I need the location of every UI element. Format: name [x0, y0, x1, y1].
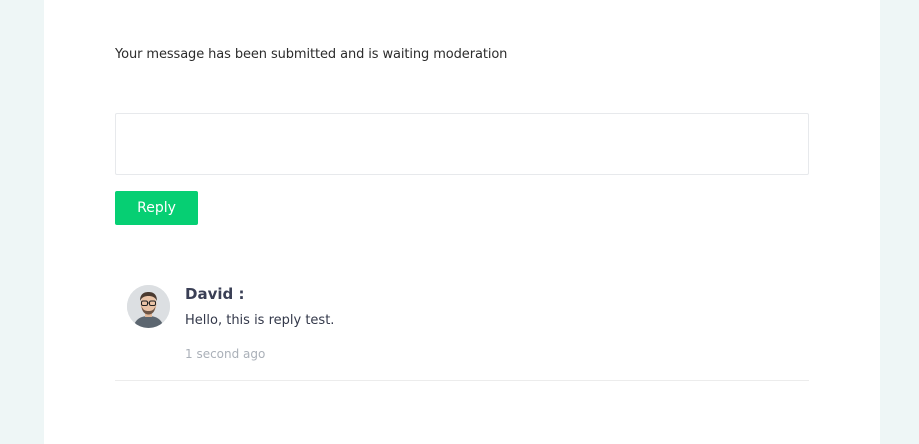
- comment-panel: Your message has been submitted and is w…: [44, 0, 880, 444]
- comment-item: David : Hello, this is reply test. 1 sec…: [115, 282, 809, 381]
- comment-author: David :: [185, 285, 245, 303]
- status-message: Your message has been submitted and is w…: [115, 47, 508, 62]
- reply-button[interactable]: Reply: [115, 191, 198, 225]
- comment-timestamp: 1 second ago: [185, 347, 266, 361]
- comment-text: Hello, this is reply test.: [185, 313, 335, 328]
- user-avatar-icon: [127, 285, 170, 328]
- reply-textarea[interactable]: [115, 113, 809, 175]
